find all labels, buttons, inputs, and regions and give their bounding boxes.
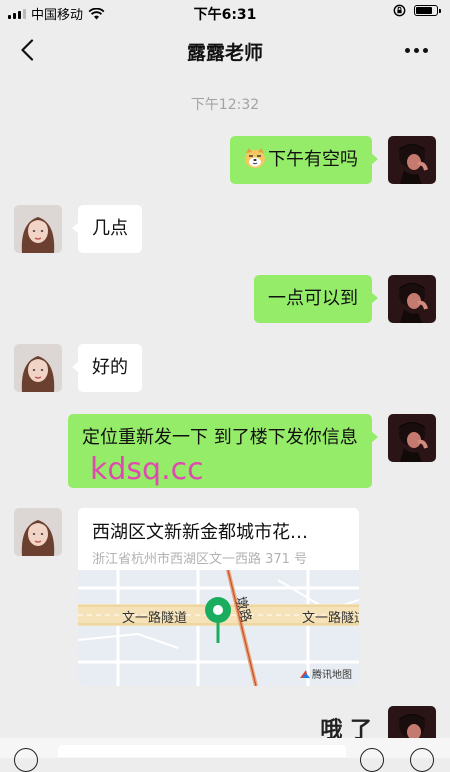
emoji-button[interactable] (360, 748, 384, 772)
chat-header: 露露老师 (0, 24, 450, 76)
status-bar: 中国移动 下午6:31 (0, 0, 450, 24)
dog-emoji-icon (245, 148, 265, 168)
contact-avatar[interactable] (14, 205, 62, 253)
my-avatar[interactable] (388, 275, 436, 323)
message-text: 好的 (92, 357, 128, 378)
location-title: 西湖区文新新金都城市花… (92, 522, 308, 543)
message-bubble-sent[interactable]: 一点可以到 (254, 275, 378, 323)
message-text: 一点可以到 (268, 288, 358, 309)
map-road-label: 文一路隧道 (302, 610, 359, 626)
location-message-card[interactable]: 西湖区文新新金都城市花… 浙江省杭州市西湖区文一西路 371 号 文一路隧道 文… (78, 508, 359, 686)
message-input[interactable] (58, 745, 346, 757)
more-button[interactable] (400, 38, 432, 62)
my-avatar[interactable] (388, 136, 436, 184)
chat-title: 露露老师 (186, 42, 263, 64)
location-map[interactable]: 文一路隧道 文一路隧道 墩路 腾讯地图 (78, 570, 359, 686)
clock: 下午6:31 (193, 7, 257, 23)
status-right (393, 4, 441, 17)
contact-avatar[interactable] (14, 508, 62, 556)
contact-avatar[interactable] (14, 344, 62, 392)
message-text: 几点 (92, 218, 128, 239)
map-road-label: 文一路隧道 (122, 610, 187, 626)
voice-input-button[interactable] (14, 748, 38, 772)
message-bubble-sent[interactable]: 下午有空吗 (230, 136, 378, 184)
battery-level (416, 7, 432, 14)
map-credit: 腾讯地图 (312, 668, 352, 681)
message-timestamp: 下午12:32 (190, 97, 260, 113)
orientation-lock-icon (393, 4, 406, 17)
more-icon (404, 47, 410, 53)
message-text: 定位重新发一下 到了楼下发你信息 (82, 427, 358, 448)
my-avatar[interactable] (388, 414, 436, 462)
add-button[interactable] (410, 748, 434, 772)
battery-icon (414, 5, 441, 16)
message-bubble-received[interactable]: 几点 (72, 205, 142, 253)
watermark: kdsq.cc (90, 452, 204, 487)
message-bubble-received[interactable]: 好的 (72, 344, 142, 392)
message-text: 下午有空吗 (268, 149, 358, 170)
location-address: 浙江省杭州市西湖区文一西路 371 号 (92, 552, 308, 567)
